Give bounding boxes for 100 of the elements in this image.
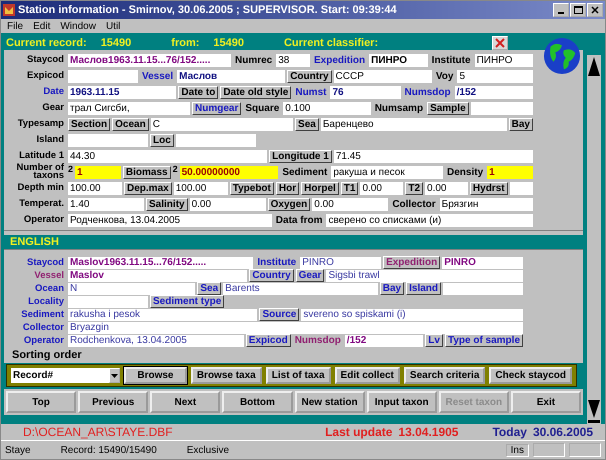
field-label: Numgear — [192, 102, 242, 114]
file-path: D:\OCEAN_AR\STAYE.DBF — [23, 425, 174, 439]
field-value[interactable]: 50.00000000 — [180, 166, 278, 178]
field-value[interactable]: Sigsbi trawl — [326, 270, 523, 282]
field-value[interactable]: 71.45 — [334, 150, 534, 162]
close-icon — [591, 6, 599, 14]
sort-dropdown[interactable]: Record# — [11, 368, 109, 383]
field-value[interactable]: Rodchenkova, 13.04.2005 — [68, 334, 244, 346]
clear-button[interactable] — [492, 36, 508, 50]
field-label: T2 — [405, 182, 424, 194]
field-label: Institute — [430, 54, 472, 66]
nav-button[interactable]: Top — [6, 391, 76, 413]
toolbar-button[interactable]: List of taxa — [266, 367, 331, 384]
toolbar-button[interactable]: Browse taxa — [190, 367, 262, 384]
field-value[interactable]: PINRO — [300, 256, 382, 268]
field-value[interactable]: СССР — [334, 70, 432, 82]
field-value[interactable]: Брязгин — [440, 198, 533, 210]
input-field[interactable] — [470, 102, 534, 114]
field-label: Voy — [434, 70, 454, 82]
scrollbar[interactable] — [587, 55, 601, 424]
field-value[interactable]: Bryazgin — [68, 322, 523, 334]
field-value[interactable]: 0.00 — [425, 182, 468, 194]
menu-item[interactable]: Util — [106, 20, 120, 32]
menu-item[interactable]: File — [7, 20, 24, 32]
status-text: Exclusive — [186, 444, 230, 456]
field-value[interactable]: Maslov1963.11.15...76/152..... — [68, 256, 254, 268]
field-value[interactable]: Barents — [223, 282, 378, 294]
field-value[interactable]: /152 — [454, 86, 533, 98]
input-field[interactable] — [176, 134, 256, 146]
field-value[interactable]: 76 — [330, 86, 400, 98]
field-value[interactable]: ракуша и песок — [331, 166, 444, 178]
toolbar-button[interactable]: Search criteria — [404, 367, 486, 384]
field-label: Sea — [295, 118, 319, 130]
nav-button[interactable]: Input taxon — [366, 391, 437, 413]
nav-button[interactable]: Next — [150, 391, 220, 413]
toolbar-button[interactable]: Edit collect — [334, 367, 400, 384]
field-value[interactable]: 0.00 — [360, 182, 404, 194]
record-label: Current record: — [6, 36, 87, 48]
field-value[interactable]: /152 — [344, 334, 424, 346]
field-label: Source — [259, 308, 300, 321]
field-label: Square — [244, 102, 280, 114]
field-value[interactable]: 100.00 — [68, 182, 122, 194]
toolbar-button[interactable]: Check staycod — [489, 367, 572, 384]
menu-item[interactable]: Window — [60, 20, 96, 32]
field-label: Numsdop — [294, 335, 342, 346]
field-value[interactable]: Maslov — [68, 270, 248, 282]
today-date: 30.06.2005 — [532, 425, 593, 439]
field-value[interactable]: 1963.11.15 — [68, 86, 176, 98]
input-field[interactable] — [68, 296, 148, 308]
dropdown-button[interactable] — [109, 368, 120, 383]
field-value[interactable]: 100.00 — [174, 182, 228, 194]
nav-button[interactable]: New station — [294, 391, 365, 413]
field-value[interactable]: rakusha i pesok — [68, 308, 258, 320]
field-value[interactable]: 1.40 — [68, 198, 144, 210]
nav-button[interactable]: Exit — [510, 391, 581, 413]
field-label: Staycod — [26, 56, 65, 64]
field-label: Numsamp — [374, 102, 424, 114]
close-icon — [495, 38, 506, 48]
field-value[interactable]: 0.100 — [283, 102, 371, 114]
field-value[interactable]: svereno so spiskami (i) — [301, 308, 523, 320]
toolbar-button[interactable]: Browse — [124, 367, 187, 384]
menu-item[interactable]: Edit — [33, 20, 50, 32]
field-value[interactable]: 1 — [75, 166, 121, 178]
field-label: Ocean — [112, 118, 149, 130]
nav-button[interactable]: Previous — [78, 391, 148, 413]
status-pane — [533, 443, 565, 457]
field-value[interactable]: 5 — [457, 70, 534, 82]
input-field[interactable] — [510, 182, 534, 194]
field-value[interactable]: Маслов — [177, 70, 286, 82]
field-label: Sample — [427, 102, 469, 114]
minimize-button[interactable] — [553, 3, 569, 17]
field-value[interactable]: 38 — [276, 54, 310, 66]
window-title: Station information - Smirnov, 30.06.2005 ; SUPERVISOR. Start: 09:39:44 — [18, 4, 398, 16]
field-value[interactable]: 0.00 — [190, 198, 266, 210]
input-field[interactable] — [443, 282, 524, 294]
field-value[interactable]: Маслов1963.11.15...76/152..... — [68, 54, 231, 66]
close-button[interactable] — [587, 3, 603, 17]
field-value[interactable]: трал Сигсби, — [68, 102, 190, 114]
field-value[interactable]: Родченкова, 13.04.2005 — [68, 214, 272, 226]
field-value[interactable]: сверено со списками (и) — [326, 214, 533, 226]
field-value[interactable]: Баренцево — [320, 118, 507, 130]
field-label: T1 — [340, 182, 358, 194]
field-label: Date — [42, 88, 65, 96]
field-value[interactable]: 0.00 — [312, 198, 388, 210]
record-number: 15490 — [100, 36, 132, 48]
nav-button[interactable]: Bottom — [222, 391, 292, 413]
field-value[interactable]: С — [150, 118, 294, 130]
field-value[interactable]: 1 — [487, 166, 534, 178]
field-value[interactable]: ПИНРО — [369, 54, 428, 66]
field-label: Date to — [178, 86, 218, 98]
maximize-button[interactable] — [570, 3, 586, 17]
field-label: Typesamp — [16, 120, 65, 128]
field-value[interactable]: PINRO — [442, 256, 523, 268]
field-label: Expedition — [313, 54, 366, 66]
input-field[interactable] — [68, 70, 138, 82]
field-value[interactable]: 44.30 — [68, 150, 268, 162]
field-value[interactable]: N — [68, 282, 196, 294]
field-label: Salinity — [146, 198, 188, 210]
field-value[interactable]: ПИНРО — [474, 54, 534, 66]
input-field[interactable] — [68, 134, 148, 146]
